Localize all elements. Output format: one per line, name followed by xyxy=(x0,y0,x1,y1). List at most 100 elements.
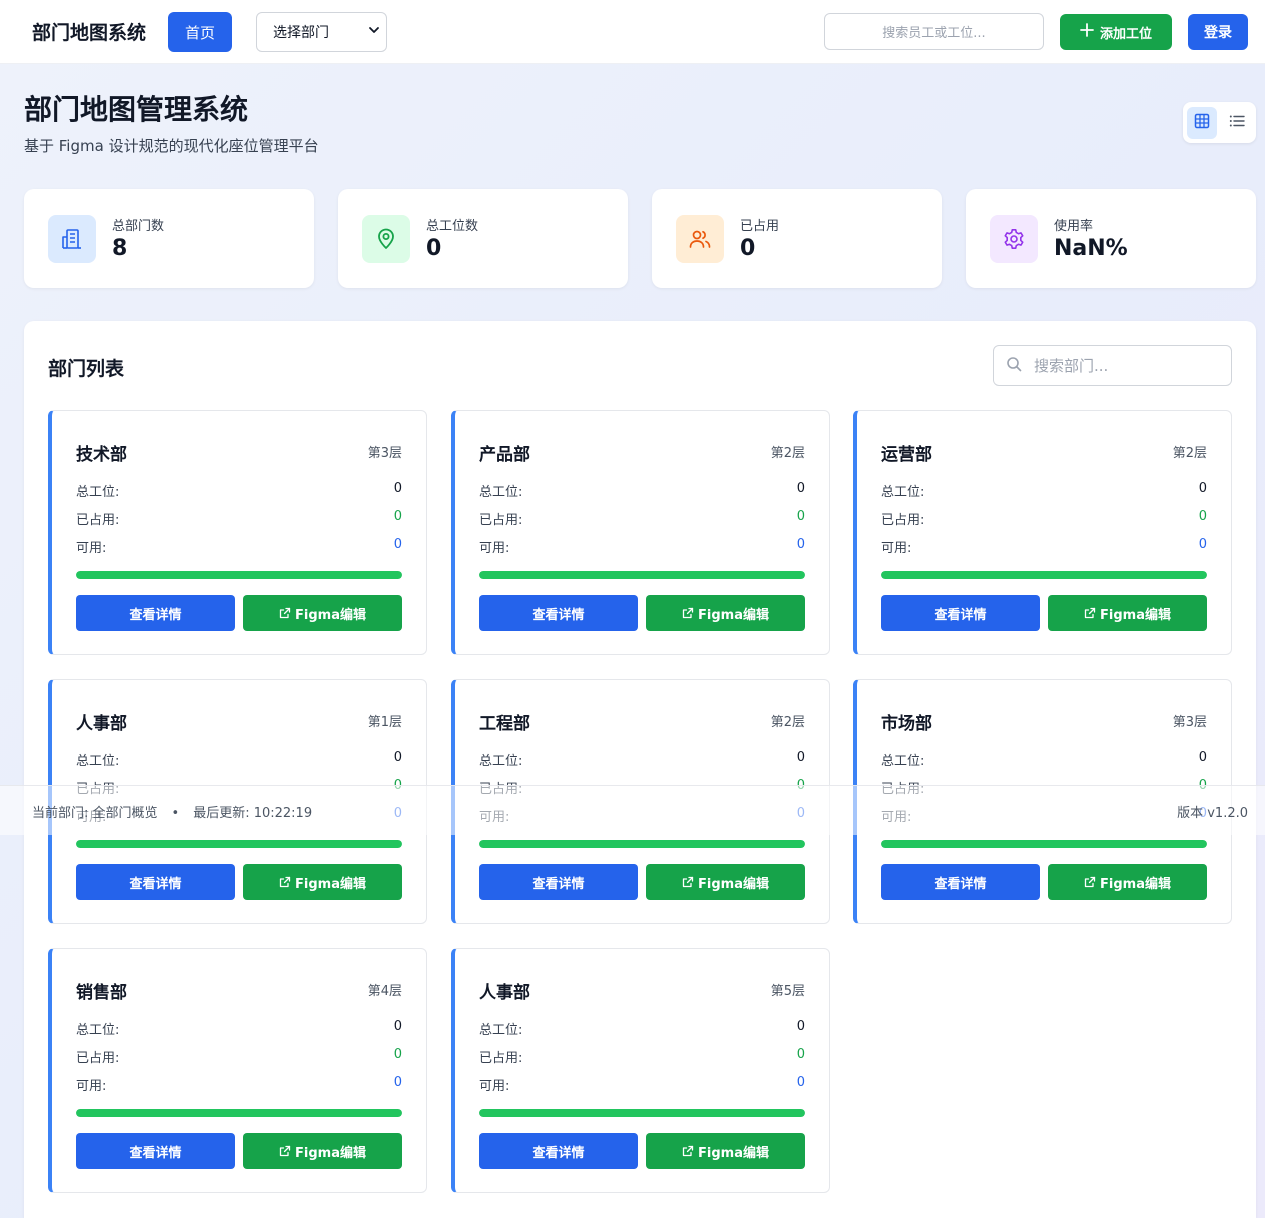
department-card: 技术部 第3层 总工位: 0 已占用: 0 可用: 0 查看详情 Figma编辑 xyxy=(48,410,427,655)
department-search-input[interactable]: 搜索部门... xyxy=(993,345,1232,386)
current-department-text: 当前部门: 全部门概览 xyxy=(32,806,158,821)
total-row: 总工位: 0 xyxy=(479,1019,805,1039)
footer-status-bar: 当前部门: 全部门概览 • 最后更新: 10:22:19 版本 v1.2.0 xyxy=(0,785,1265,835)
view-details-button[interactable]: 查看详情 xyxy=(76,864,235,900)
figma-edit-button[interactable]: Figma编辑 xyxy=(1048,864,1207,900)
figma-edit-label: Figma编辑 xyxy=(295,1145,366,1161)
occupied-label: 已占用: xyxy=(76,1051,120,1066)
occupied-row: 已占用: 0 xyxy=(76,509,402,529)
department-name: 人事部 xyxy=(76,714,127,734)
availability-bar-fill xyxy=(76,840,402,848)
available-value: 0 xyxy=(1198,537,1207,552)
department-card: 人事部 第5层 总工位: 0 已占用: 0 可用: 0 查看详情 Figma编辑 xyxy=(451,948,830,1193)
figma-edit-button[interactable]: Figma编辑 xyxy=(243,1133,402,1169)
total-value: 0 xyxy=(796,1019,805,1034)
department-name: 市场部 xyxy=(881,714,932,734)
occupied-value: 0 xyxy=(796,509,805,524)
department-name: 工程部 xyxy=(479,714,530,734)
availability-bar-fill xyxy=(479,571,805,579)
availability-bar-fill xyxy=(881,840,1207,848)
stat-value: 0 xyxy=(740,236,756,261)
department-name: 人事部 xyxy=(479,983,530,1003)
availability-bar xyxy=(479,840,805,848)
figma-edit-button[interactable]: Figma编辑 xyxy=(243,595,402,631)
stat-label: 已占用 xyxy=(740,219,780,234)
department-name: 产品部 xyxy=(479,445,530,465)
login-button[interactable]: 登录 xyxy=(1188,14,1248,50)
add-workstation-label: 添加工位 xyxy=(1099,26,1152,42)
list-view-button[interactable] xyxy=(1223,107,1253,139)
total-value: 0 xyxy=(393,1019,402,1034)
department-floor: 第2层 xyxy=(770,446,805,461)
availability-bar xyxy=(881,840,1207,848)
stat-value: 0 xyxy=(426,236,442,261)
external-link-icon xyxy=(1084,607,1096,619)
figma-edit-label: Figma编辑 xyxy=(1100,876,1171,892)
total-label: 总工位: xyxy=(76,485,120,500)
department-select[interactable]: 选择部门 xyxy=(256,12,387,52)
external-link-icon xyxy=(279,876,291,888)
department-floor: 第2层 xyxy=(1172,446,1207,461)
figma-edit-button[interactable]: Figma编辑 xyxy=(646,1133,805,1169)
department-floor: 第2层 xyxy=(770,715,805,730)
view-toggle xyxy=(1183,102,1256,143)
available-label: 可用: xyxy=(76,541,107,556)
view-details-button[interactable]: 查看详情 xyxy=(479,1133,638,1169)
availability-bar xyxy=(479,571,805,579)
figma-edit-button[interactable]: Figma编辑 xyxy=(243,864,402,900)
stat-label: 总工位数 xyxy=(426,219,479,234)
total-value: 0 xyxy=(796,481,805,496)
employee-search-input[interactable]: 搜索员工或工位... xyxy=(824,13,1044,50)
availability-bar xyxy=(76,840,402,848)
view-details-button[interactable]: 查看详情 xyxy=(76,595,235,631)
department-floor: 第1层 xyxy=(367,715,402,730)
occupied-label: 已占用: xyxy=(76,513,120,528)
view-details-button[interactable]: 查看详情 xyxy=(479,595,638,631)
stat-card-workstations: 总工位数 0 xyxy=(338,189,628,288)
availability-bar xyxy=(881,571,1207,579)
occupied-label: 已占用: xyxy=(881,513,925,528)
department-card: 销售部 第4层 总工位: 0 已占用: 0 可用: 0 查看详情 Figma编辑 xyxy=(48,948,427,1193)
search-icon xyxy=(1006,356,1022,376)
available-value: 0 xyxy=(796,1075,805,1090)
view-details-button[interactable]: 查看详情 xyxy=(76,1133,235,1169)
available-row: 可用: 0 xyxy=(76,537,402,557)
total-row: 总工位: 0 xyxy=(479,750,805,770)
grid-view-button[interactable] xyxy=(1187,106,1217,139)
add-workstation-button[interactable]: 添加工位 xyxy=(1060,14,1172,50)
available-label: 可用: xyxy=(479,541,510,556)
figma-edit-button[interactable]: Figma编辑 xyxy=(646,864,805,900)
view-details-button[interactable]: 查看详情 xyxy=(479,864,638,900)
availability-bar xyxy=(76,571,402,579)
stat-value: NaN% xyxy=(1054,236,1128,261)
external-link-icon xyxy=(682,1145,694,1157)
available-label: 可用: xyxy=(479,1079,510,1094)
figma-edit-label: Figma编辑 xyxy=(698,1145,769,1161)
total-value: 0 xyxy=(796,750,805,765)
stat-label: 总部门数 xyxy=(112,219,165,234)
brand-title: 部门地图系统 xyxy=(32,22,147,44)
department-name: 运营部 xyxy=(881,445,932,465)
total-label: 总工位: xyxy=(881,754,925,769)
availability-bar xyxy=(76,1109,402,1117)
occupied-label: 已占用: xyxy=(479,1051,523,1066)
version-text: 版本 v1.2.0 xyxy=(1177,806,1248,821)
home-button[interactable]: 首页 xyxy=(168,12,232,52)
view-details-button[interactable]: 查看详情 xyxy=(881,864,1040,900)
department-floor: 第3层 xyxy=(367,446,402,461)
occupied-value: 0 xyxy=(393,1047,402,1062)
availability-bar-fill xyxy=(76,1109,402,1117)
view-details-button[interactable]: 查看详情 xyxy=(881,595,1040,631)
stat-card-departments: 总部门数 8 xyxy=(24,189,314,288)
department-select-value: 选择部门 xyxy=(273,25,329,41)
users-icon xyxy=(676,215,724,263)
available-row: 可用: 0 xyxy=(479,537,805,557)
last-update-text: 最后更新: 10:22:19 xyxy=(193,806,313,821)
department-floor: 第4层 xyxy=(367,984,402,999)
available-row: 可用: 0 xyxy=(76,1075,402,1095)
figma-edit-button[interactable]: Figma编辑 xyxy=(1048,595,1207,631)
stat-label: 使用率 xyxy=(1054,219,1094,234)
department-search-placeholder: 搜索部门... xyxy=(1034,357,1109,375)
figma-edit-button[interactable]: Figma编辑 xyxy=(646,595,805,631)
availability-bar-fill xyxy=(881,571,1207,579)
